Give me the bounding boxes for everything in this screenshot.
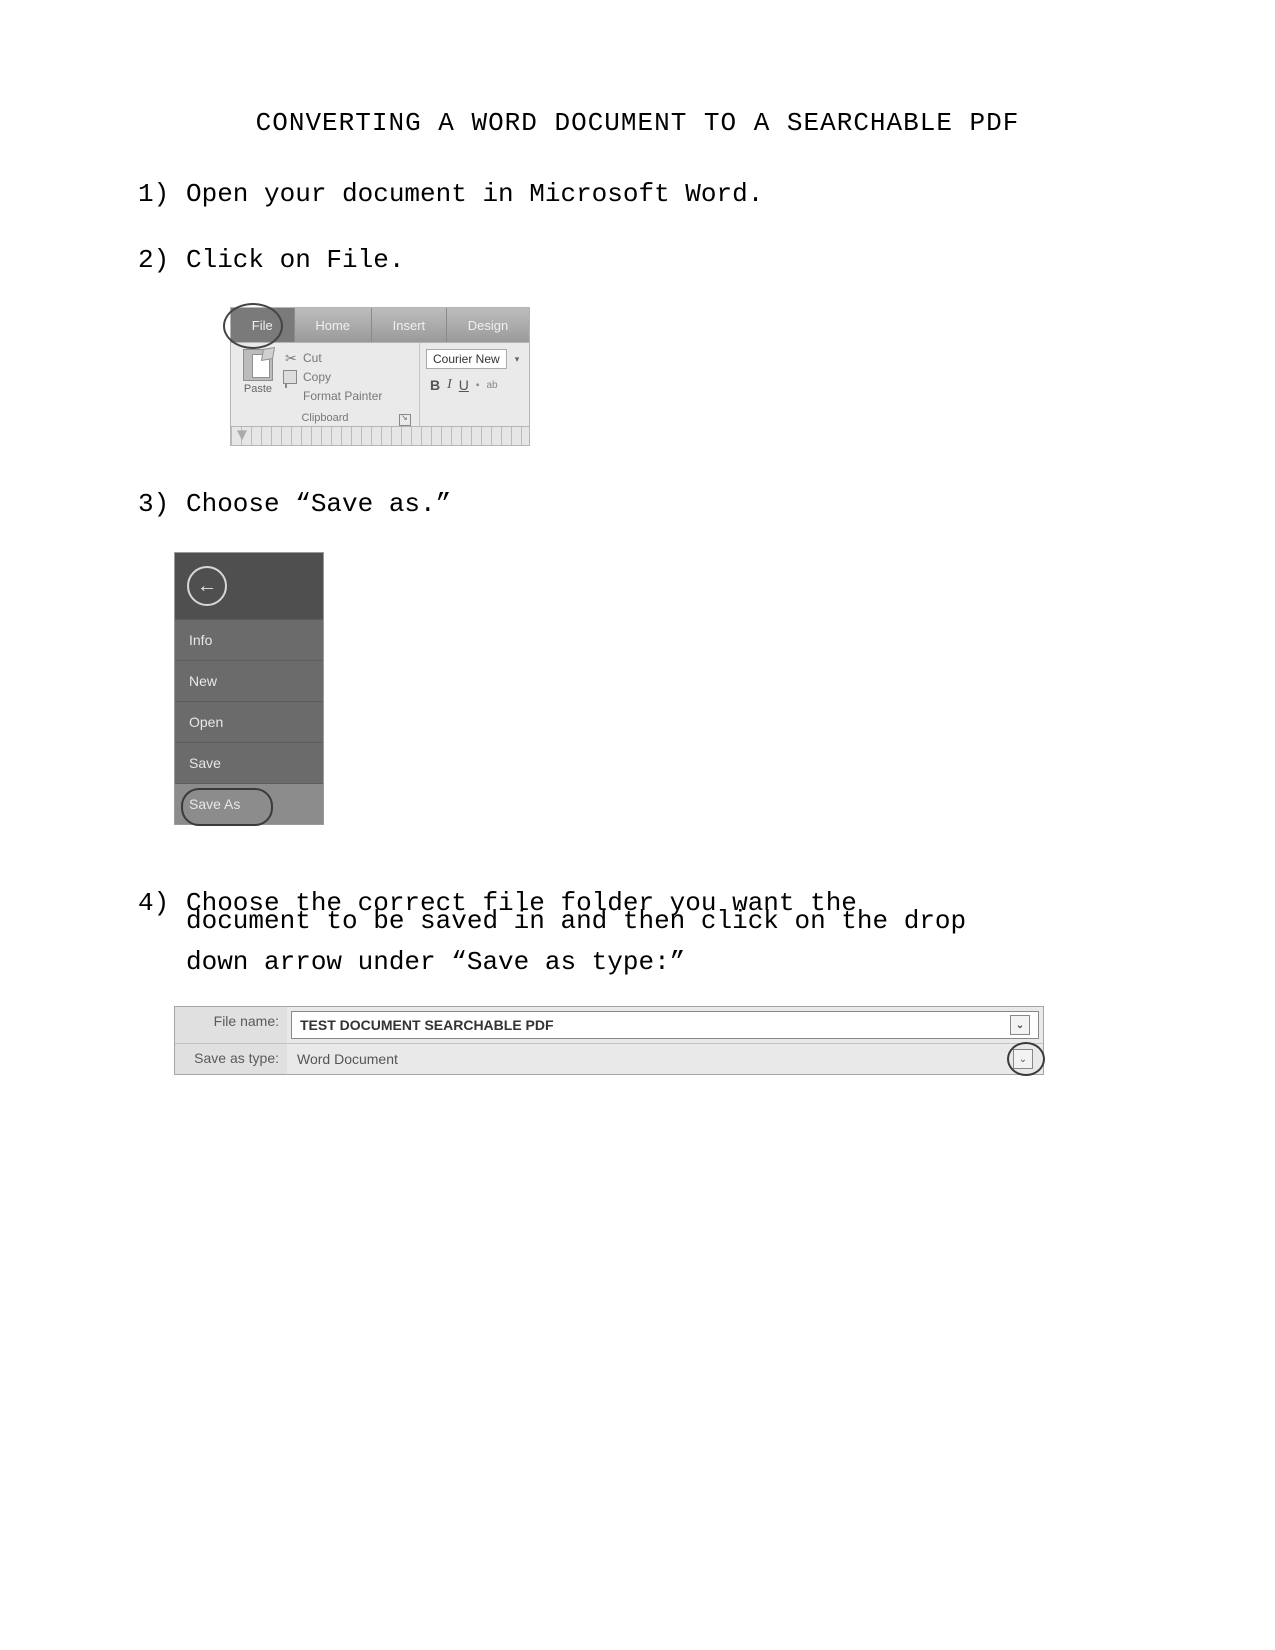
tab-home[interactable]: Home — [295, 308, 372, 342]
step-number: 2) — [138, 242, 186, 280]
menu-open[interactable]: Open — [175, 701, 323, 742]
save-type-field-wrap: Word Document ⌄ — [287, 1044, 1043, 1074]
document-page: CONVERTING A WORD DOCUMENT TO A SEARCHAB… — [0, 0, 1275, 1650]
bold-button[interactable]: B — [430, 377, 440, 393]
file-name-value: TEST DOCUMENT SEARCHABLE PDF — [300, 1017, 554, 1033]
screenshot-save-dialog: File name: TEST DOCUMENT SEARCHABLE PDF … — [174, 1006, 1044, 1075]
underline-button[interactable]: U — [459, 377, 469, 393]
menu-label: Save — [189, 755, 221, 771]
file-name-input[interactable]: TEST DOCUMENT SEARCHABLE PDF ⌄ — [291, 1011, 1039, 1039]
menu-label: Open — [189, 714, 223, 730]
step-text: Click on File. — [186, 245, 404, 275]
back-button[interactable]: ← — [187, 566, 227, 606]
clipboard-group: Paste ✂ Cut Copy Format Pai — [231, 343, 420, 426]
tab-design[interactable]: Design — [447, 308, 529, 342]
ribbon-tab-row: File Home Insert Design — [230, 307, 530, 343]
format-painter-button[interactable]: Format Painter — [285, 387, 413, 406]
menu-info[interactable]: Info — [175, 619, 323, 660]
format-painter-label: Format Painter — [303, 387, 382, 406]
more-font-label[interactable]: ab — [486, 380, 497, 391]
ribbon-body: Paste ✂ Cut Copy Format Pai — [230, 343, 530, 427]
paste-button[interactable]: Paste — [237, 349, 279, 406]
save-type-select[interactable]: Word Document ⌄ — [287, 1044, 1043, 1074]
chevron-down-icon[interactable]: ▾ — [511, 353, 523, 365]
file-name-row: File name: TEST DOCUMENT SEARCHABLE PDF … — [175, 1007, 1043, 1044]
step-3: 3)Choose “Save as.” — [138, 486, 1137, 524]
italic-button[interactable]: I — [447, 377, 452, 393]
font-name-value: Courier New — [433, 352, 500, 366]
paste-label: Paste — [237, 383, 279, 395]
chevron-down-icon[interactable]: ⌄ — [1013, 1049, 1033, 1069]
chevron-down-icon[interactable]: ⌄ — [1010, 1015, 1030, 1035]
save-type-value: Word Document — [297, 1051, 398, 1067]
copy-button[interactable]: Copy — [285, 368, 413, 387]
font-name-select[interactable]: Courier New — [426, 349, 507, 369]
tab-label: Home — [315, 318, 350, 333]
tab-insert[interactable]: Insert — [372, 308, 447, 342]
tab-label: Insert — [393, 318, 426, 333]
clipboard-list: ✂ Cut Copy Format Painter — [285, 349, 413, 406]
tab-label: File — [252, 318, 273, 333]
save-type-label: Save as type: — [175, 1044, 287, 1074]
copy-label: Copy — [303, 368, 331, 387]
dialog-launcher-icon[interactable] — [399, 414, 411, 426]
step-text: Choose “Save as.” — [186, 489, 451, 519]
screenshot-ribbon: File Home Insert Design Paste — [230, 307, 530, 446]
paste-icon — [243, 349, 273, 381]
font-group: Courier New ▾ B I U ▪ ab — [420, 343, 529, 426]
font-style-buttons: B I U ▪ ab — [426, 377, 523, 393]
file-name-label: File name: — [175, 1007, 287, 1043]
save-type-row: Save as type: Word Document ⌄ — [175, 1044, 1043, 1074]
tab-label: Design — [468, 318, 508, 333]
screenshot-backstage: ← Info New Open Save Save As — [174, 552, 324, 825]
cut-label: Cut — [303, 349, 322, 368]
menu-new[interactable]: New — [175, 660, 323, 701]
group-label-clipboard: Clipboard — [237, 412, 413, 424]
menu-save[interactable]: Save — [175, 742, 323, 783]
separator-dot: ▪ — [476, 380, 480, 391]
ruler — [230, 427, 530, 446]
step-number: 1) — [138, 176, 186, 214]
copy-icon — [285, 372, 287, 388]
font-selector-row: Courier New ▾ — [426, 349, 523, 369]
step-number: 3) — [138, 486, 186, 524]
arrow-left-icon: ← — [197, 575, 217, 598]
step-number: 4) — [138, 885, 186, 923]
step-4-cont2: down arrow under “Save as type:” — [186, 944, 1137, 982]
page-title: CONVERTING A WORD DOCUMENT TO A SEARCHAB… — [138, 108, 1137, 138]
menu-label: Save As — [189, 796, 240, 812]
file-name-field-wrap: TEST DOCUMENT SEARCHABLE PDF ⌄ — [287, 1007, 1043, 1043]
cut-button[interactable]: ✂ Cut — [285, 349, 413, 368]
menu-label: New — [189, 673, 217, 689]
scissors-icon: ✂ — [285, 352, 298, 365]
menu-save-as[interactable]: Save As — [175, 783, 323, 824]
backstage-header: ← — [175, 553, 323, 619]
step-text: Open your document in Microsoft Word. — [186, 179, 763, 209]
step-1: 1)Open your document in Microsoft Word. — [138, 176, 1137, 214]
menu-label: Info — [189, 632, 212, 648]
step-2: 2)Click on File. — [138, 242, 1137, 280]
clipboard-caption: Clipboard — [301, 412, 348, 424]
step-4-cont: document to be saved in and then click o… — [186, 903, 1137, 941]
clipboard-top: Paste ✂ Cut Copy Format Pai — [237, 349, 413, 406]
tab-file[interactable]: File — [231, 308, 295, 342]
